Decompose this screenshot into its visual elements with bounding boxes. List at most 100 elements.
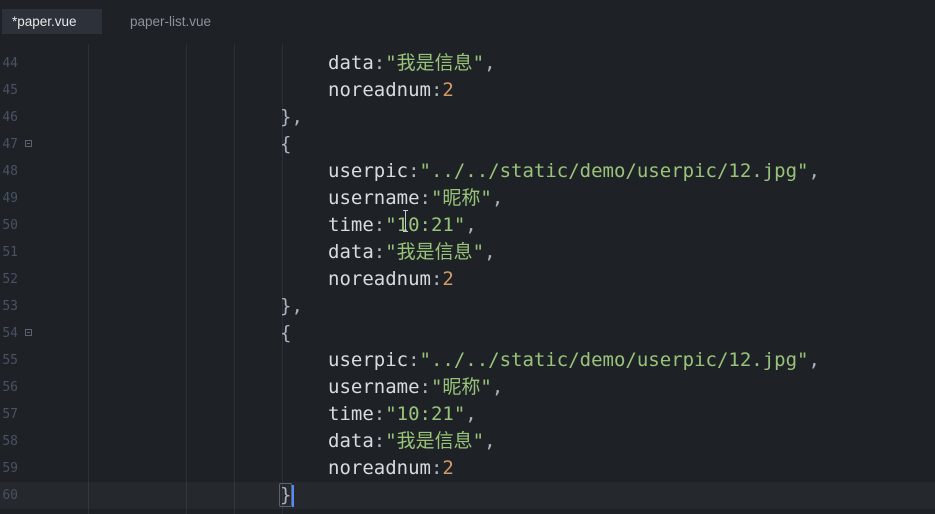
code-text: data:"我是信息", <box>328 50 496 77</box>
code-line[interactable]: 58 data:"我是信息", <box>0 428 935 455</box>
tab-paper-vue[interactable]: *paper.vue <box>2 9 102 34</box>
code-line[interactable]: 50 time:"10:21", <box>0 212 935 239</box>
line-number: 58 <box>2 434 18 449</box>
code-token-punc: , <box>484 430 496 452</box>
line-number: 50 <box>2 218 18 233</box>
code-text: } <box>278 482 293 509</box>
line-number: 56 <box>2 380 18 395</box>
code-token-key: username <box>328 187 420 209</box>
code-token-key: data <box>328 52 374 74</box>
code-line[interactable]: 59 noreadnum:2 <box>0 455 935 482</box>
code-text: noreadnum:2 <box>328 77 454 104</box>
code-line[interactable]: 57 time:"10:21", <box>0 401 935 428</box>
line-number: 51 <box>2 245 18 260</box>
code-token-punc: : <box>373 430 386 452</box>
code-token-key: userpic <box>328 160 409 182</box>
code-token-str: "昵称" <box>430 376 492 398</box>
code-line[interactable]: 44 data:"我是信息", <box>0 50 935 77</box>
code-token-brace: { <box>280 133 292 155</box>
code-token-punc: : <box>419 187 431 209</box>
code-token-key: noreadnum <box>328 268 431 290</box>
code-text: data:"我是信息", <box>328 239 496 266</box>
code-text: noreadnum:2 <box>328 266 454 293</box>
fold-toggle-icon[interactable] <box>25 140 32 147</box>
code-token-punc: : <box>373 403 386 425</box>
code-token-brace: } <box>278 483 293 507</box>
code-text: username:"昵称", <box>328 374 503 401</box>
code-line[interactable]: 49 username:"昵称", <box>0 185 935 212</box>
code-token-key: data <box>328 241 374 263</box>
code-token-str: "我是信息" <box>385 241 485 263</box>
code-token-key: userpic <box>328 349 409 371</box>
code-token-punc: , <box>808 160 820 182</box>
fold-toggle-icon[interactable] <box>25 329 32 336</box>
code-token-punc: : <box>430 79 443 101</box>
code-line[interactable]: 54 { <box>0 320 935 347</box>
code-token-punc: , <box>291 106 303 128</box>
code-token-key: noreadnum <box>328 457 431 479</box>
code-text: userpic:"../../static/demo/userpic/12.jp… <box>328 158 820 185</box>
code-line[interactable]: 53}, <box>0 293 935 320</box>
code-token-punc: : <box>430 268 443 290</box>
code-token-punc: , <box>491 187 504 209</box>
code-text: noreadnum:2 <box>328 455 454 482</box>
code-token-punc: : <box>408 349 420 371</box>
code-token-key: time <box>328 403 374 425</box>
line-number: 45 <box>2 83 18 98</box>
code-line[interactable]: 51 data:"我是信息", <box>0 239 935 266</box>
code-text: time:"10:21", <box>328 401 477 428</box>
line-number: 48 <box>2 164 18 179</box>
code-token-punc: , <box>465 403 477 425</box>
code-line[interactable]: 46}, <box>0 104 935 131</box>
text-cursor <box>292 485 294 507</box>
code-line[interactable]: 55 userpic:"../../static/demo/userpic/12.… <box>0 347 935 374</box>
line-number: 46 <box>2 110 18 125</box>
code-token-punc: : <box>373 52 386 74</box>
code-token-brace: } <box>280 295 292 317</box>
code-text: username:"昵称", <box>328 185 503 212</box>
code-editor[interactable]: *paper.vue paper-list.vue 44 data:"我是信息",… <box>0 0 935 514</box>
code-line[interactable]: 56 username:"昵称", <box>0 374 935 401</box>
code-text: { <box>280 320 291 347</box>
line-number: 47 <box>2 137 18 152</box>
code-token-str: "昵称" <box>430 187 492 209</box>
code-text: { <box>280 131 291 158</box>
code-text: data:"我是信息", <box>328 428 496 455</box>
code-token-str: "我是信息" <box>385 52 485 74</box>
code-token-punc: : <box>373 241 386 263</box>
code-token-brace: { <box>280 322 292 344</box>
code-token-num: 2 <box>442 457 454 479</box>
code-token-punc: , <box>484 241 496 263</box>
tab-bar: *paper.vue paper-list.vue <box>0 0 935 44</box>
tab-paper-list-vue[interactable]: paper-list.vue <box>120 9 221 34</box>
code-token-punc: , <box>491 376 504 398</box>
code-token-str: "../../static/demo/userpic/12.jpg" <box>419 160 809 182</box>
code-area[interactable]: 44 data:"我是信息", 45 noreadnum:2 46}, 47{48 user… <box>0 44 935 514</box>
code-token-key: username <box>328 376 420 398</box>
code-token-key: noreadnum <box>328 79 431 101</box>
code-line[interactable]: 60} <box>0 482 935 509</box>
code-line[interactable]: 48 userpic:"../../static/demo/userpic/12.… <box>0 158 935 185</box>
code-token-punc: : <box>430 457 443 479</box>
code-token-brace: } <box>280 106 292 128</box>
line-number: 53 <box>2 299 18 314</box>
code-token-punc: : <box>373 214 386 236</box>
line-number: 52 <box>2 272 18 287</box>
code-line[interactable]: 52 noreadnum:2 <box>0 266 935 293</box>
code-token-punc: , <box>808 349 820 371</box>
code-token-str: "../../static/demo/userpic/12.jpg" <box>419 349 809 371</box>
line-number: 57 <box>2 407 18 422</box>
line-number: 60 <box>2 488 18 503</box>
code-token-str: "10:21" <box>385 403 466 425</box>
code-text: userpic:"../../static/demo/userpic/12.jp… <box>328 347 820 374</box>
code-token-punc: : <box>408 160 420 182</box>
code-token-key: time <box>328 214 374 236</box>
line-number: 54 <box>2 326 18 341</box>
mouse-ibeam-cursor-icon <box>403 210 409 232</box>
code-line[interactable]: 47 { <box>0 131 935 158</box>
code-token-punc: : <box>419 376 431 398</box>
code-text: }, <box>280 104 303 131</box>
code-line[interactable]: 45 noreadnum:2 <box>0 77 935 104</box>
line-number: 49 <box>2 191 18 206</box>
code-token-punc: , <box>465 214 477 236</box>
